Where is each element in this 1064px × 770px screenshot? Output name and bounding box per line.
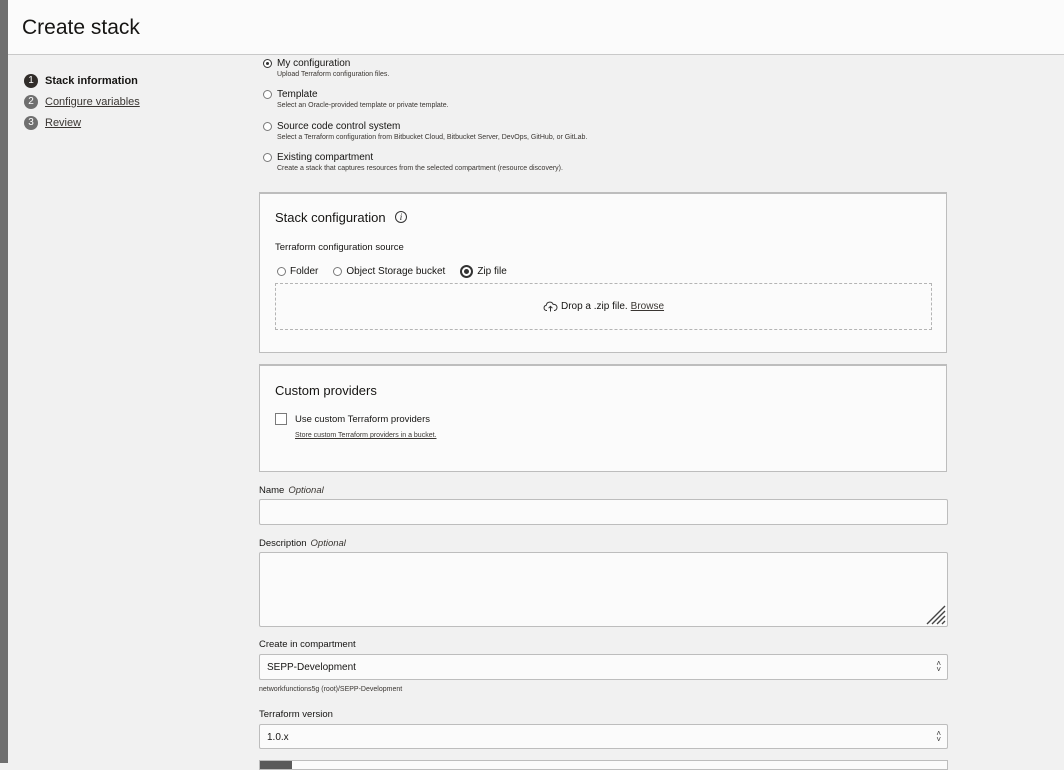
radio-unchecked[interactable] xyxy=(277,267,286,276)
left-edge-strip xyxy=(0,0,8,763)
option-template[interactable]: Template Select an Oracle-provided templ… xyxy=(263,89,449,109)
custom-providers-option[interactable]: Use custom Terraform providers xyxy=(275,413,430,425)
field-partial-segment xyxy=(260,761,292,769)
info-icon[interactable]: i xyxy=(395,211,407,223)
option-source-code-control[interactable]: Source code control system Select a Terr… xyxy=(263,121,587,141)
radio-unchecked[interactable] xyxy=(263,153,272,162)
label-text: Description xyxy=(259,538,307,549)
radio-unchecked[interactable] xyxy=(263,90,272,99)
step-label[interactable]: Review xyxy=(45,117,81,129)
custom-providers-panel: Custom providers Use custom Terraform pr… xyxy=(259,364,947,472)
source-label-zip: Zip file xyxy=(477,266,507,277)
source-zip-file[interactable]: Zip file xyxy=(460,265,507,278)
browse-link[interactable]: Browse xyxy=(631,301,664,312)
step-label[interactable]: Configure variables xyxy=(45,96,140,108)
option-my-configuration[interactable]: My configuration Upload Terraform config… xyxy=(263,58,389,78)
option-label: Source code control system xyxy=(277,121,401,132)
source-label-folder: Folder xyxy=(290,266,319,277)
source-label-object-storage: Object Storage bucket xyxy=(346,266,446,277)
store-providers-link[interactable]: Store custom Terraform providers in a bu… xyxy=(295,432,436,439)
zip-drop-zone[interactable]: Drop a .zip file. Browse xyxy=(275,283,932,330)
option-label: Existing compartment xyxy=(277,152,374,163)
step-review[interactable]: 3 Review xyxy=(24,112,140,133)
label-text: Name xyxy=(259,485,285,496)
checkbox-label: Use custom Terraform providers xyxy=(295,413,430,425)
step-configure-variables[interactable]: 2 Configure variables xyxy=(24,91,140,112)
description-textarea[interactable] xyxy=(259,552,948,627)
radio-checked[interactable] xyxy=(263,59,272,68)
wizard-steps: 1 Stack information 2 Configure variable… xyxy=(24,70,140,133)
optional-tag: Optional xyxy=(310,538,346,549)
option-description: Upload Terraform configuration files. xyxy=(277,71,390,78)
source-folder[interactable]: Folder xyxy=(277,266,318,277)
stack-configuration-panel: Stack configuration i Terraform configur… xyxy=(259,192,947,353)
name-input[interactable] xyxy=(259,499,948,525)
description-label: Description Optional xyxy=(259,538,346,549)
panel-title: Custom providers xyxy=(275,383,377,398)
terraform-version-select[interactable]: 1.0.x ˄ ˅ xyxy=(259,724,948,749)
source-label: Terraform configuration source xyxy=(275,242,404,253)
page-header: Create stack xyxy=(8,0,1064,55)
source-options: Folder Object Storage bucket Zip file xyxy=(277,265,522,278)
step-number: 3 xyxy=(24,115,38,130)
resize-handle-icon[interactable] xyxy=(924,603,946,625)
drop-text: Drop a .zip file. xyxy=(560,301,628,312)
step-number: 2 xyxy=(24,94,38,109)
radio-checked[interactable] xyxy=(460,265,474,278)
compartment-value: SEPP-Development xyxy=(267,662,356,673)
option-existing-compartment[interactable]: Existing compartment Create a stack that… xyxy=(263,152,563,172)
select-arrows-icon: ˄ ˅ xyxy=(936,729,941,744)
compartment-path: networkfunctions5g (root)/SEPP-Developme… xyxy=(259,686,403,693)
compartment-select[interactable]: SEPP-Development ˄ ˅ xyxy=(259,654,948,680)
radio-unchecked[interactable] xyxy=(263,122,272,131)
option-label: My configuration xyxy=(277,58,351,69)
compartment-label: Create in compartment xyxy=(259,639,356,650)
name-label: Name Optional xyxy=(259,485,324,496)
upload-cloud-icon xyxy=(543,301,558,312)
page-title: Create stack xyxy=(22,16,140,39)
next-field-partial[interactable] xyxy=(259,760,948,770)
step-label: Stack information xyxy=(45,74,138,87)
panel-title: Stack configuration xyxy=(275,210,386,225)
option-description: Create a stack that captures resources f… xyxy=(277,165,563,172)
option-description: Select a Terraform configuration from Bi… xyxy=(277,134,588,141)
step-stack-information[interactable]: 1 Stack information xyxy=(24,70,140,91)
optional-tag: Optional xyxy=(288,485,324,496)
terraform-version-value: 1.0.x xyxy=(267,732,289,743)
option-label: Template xyxy=(277,89,318,100)
custom-providers-checkbox[interactable] xyxy=(275,413,287,425)
option-description: Select an Oracle-provided template or pr… xyxy=(277,102,449,109)
terraform-version-label: Terraform version xyxy=(259,709,333,720)
source-object-storage[interactable]: Object Storage bucket xyxy=(333,266,445,277)
radio-unchecked[interactable] xyxy=(333,267,343,276)
select-arrows-icon: ˄ ˅ xyxy=(936,659,941,674)
step-number: 1 xyxy=(24,73,38,88)
